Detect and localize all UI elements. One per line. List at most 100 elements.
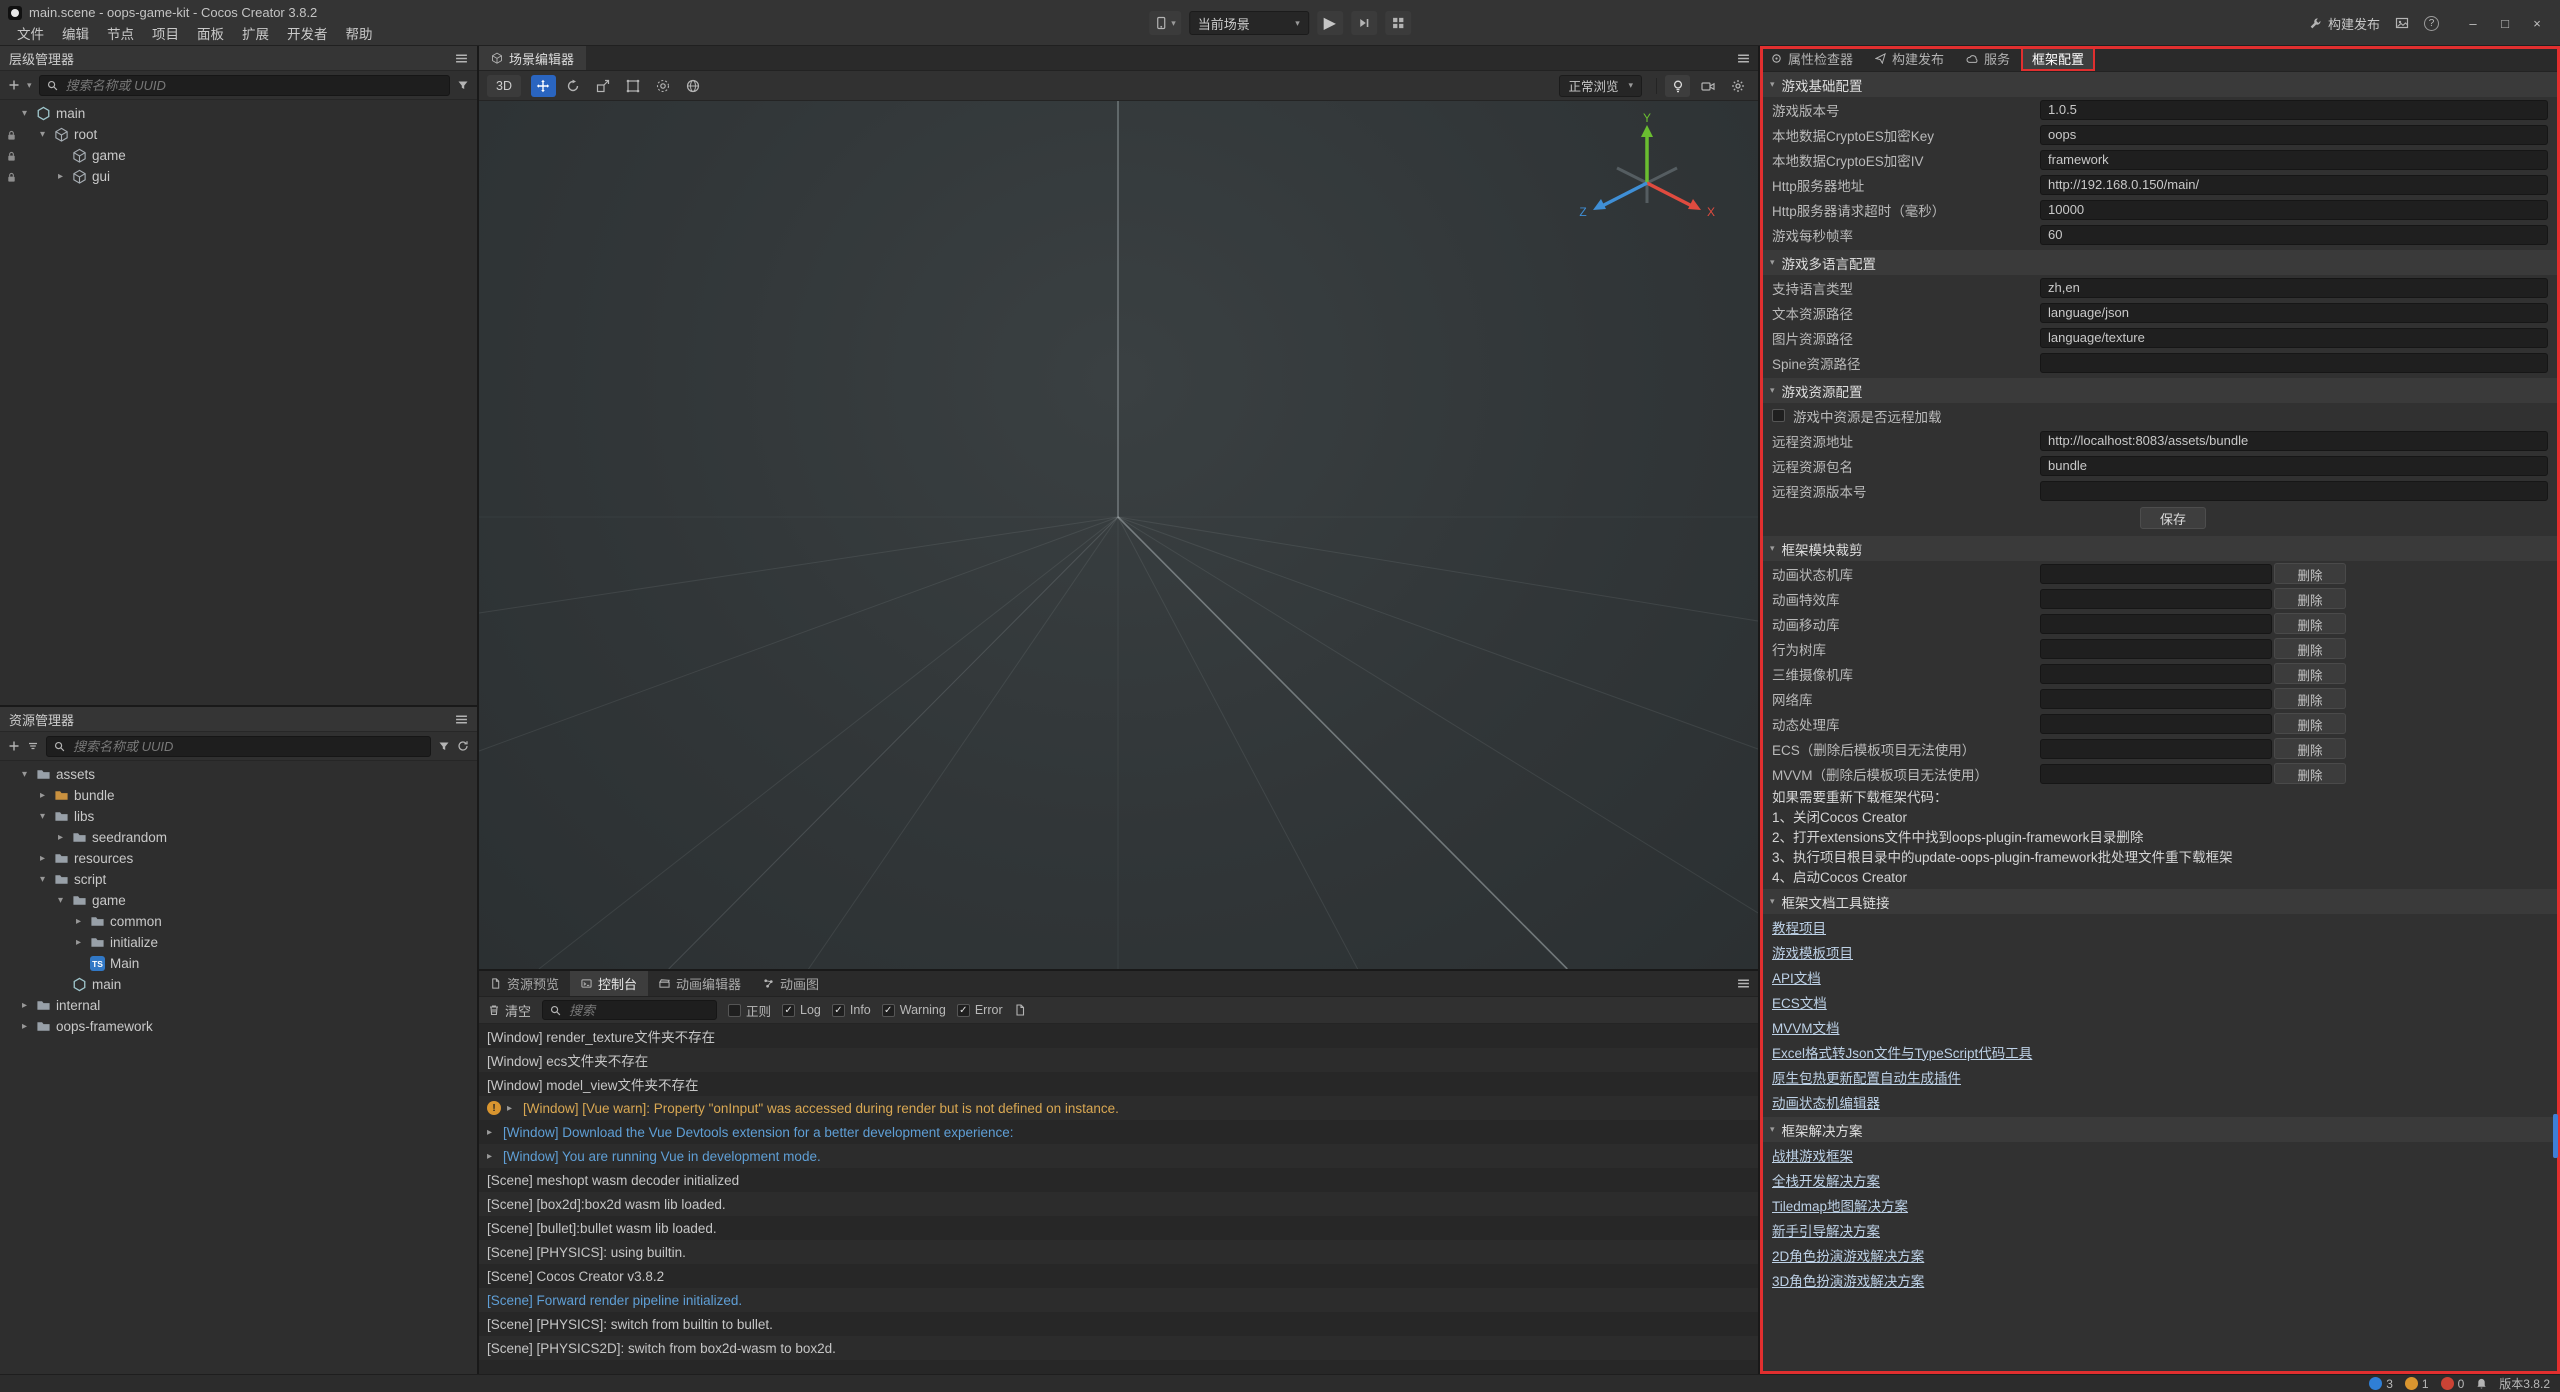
delete-module-button[interactable]: 删除 <box>2274 563 2346 584</box>
section-header[interactable]: ▾ 游戏资源配置 <box>1760 378 2560 403</box>
expand-caret-icon[interactable]: ▾ <box>36 874 49 885</box>
spine-res-path-field[interactable] <box>2040 353 2548 373</box>
game-version-field[interactable] <box>2040 100 2548 120</box>
log-entry[interactable]: [Scene] meshopt wasm decoder initialized <box>479 1168 1758 1192</box>
filter-icon[interactable] <box>438 740 450 752</box>
expand-caret-icon[interactable]: ▸ <box>36 790 49 801</box>
delete-module-button[interactable]: 删除 <box>2274 613 2346 634</box>
doc-link[interactable]: ECS文档 <box>1772 992 1827 1012</box>
panel-menu-icon[interactable] <box>1737 977 1750 990</box>
asset-node[interactable]: ▸ bundle <box>0 785 477 806</box>
assets-search-input[interactable] <box>71 738 423 755</box>
frame-rate-field[interactable] <box>2040 225 2548 245</box>
console-search-input[interactable] <box>567 1002 709 1019</box>
tab-animation-graph[interactable]: 动画图 <box>752 971 830 996</box>
scene-viewport[interactable]: Y X Z <box>479 101 1758 969</box>
filter-info-checkbox[interactable]: ✓ Info <box>832 1003 871 1017</box>
tab-build-publish[interactable]: 构建发布 <box>1864 46 1955 71</box>
doc-link[interactable]: 游戏模板项目 <box>1772 942 1853 962</box>
languages-field[interactable] <box>2040 278 2548 298</box>
screenshot-icon[interactable] <box>2395 16 2409 30</box>
remote-bundle-field[interactable] <box>2040 456 2548 476</box>
log-entry[interactable]: [Scene] [box2d]:box2d wasm lib loaded. <box>479 1192 1758 1216</box>
expand-caret-icon[interactable]: ▾ <box>36 811 49 822</box>
module-path-field[interactable] <box>2040 764 2272 784</box>
asset-node[interactable]: ▾ assets <box>0 764 477 785</box>
menu-item[interactable]: 帮助 <box>337 23 382 43</box>
asset-node[interactable]: main <box>0 974 477 995</box>
doc-link[interactable]: 动画状态机编辑器 <box>1772 1092 1880 1112</box>
solution-link[interactable]: 新手引导解决方案 <box>1772 1220 1880 1240</box>
error-count[interactable]: 0 <box>2441 1377 2465 1391</box>
hierarchy-node[interactable]: game <box>0 145 477 166</box>
asset-node[interactable]: ▸ seedrandom <box>0 827 477 848</box>
hierarchy-search[interactable] <box>39 75 450 96</box>
section-header[interactable]: ▾ 框架解决方案 <box>1760 1117 2560 1142</box>
section-header[interactable]: ▾ 框架文档工具链接 <box>1760 889 2560 914</box>
tab-service[interactable]: 服务 <box>1955 46 2021 71</box>
asset-node[interactable]: ▾ libs <box>0 806 477 827</box>
asset-node[interactable]: ▸ common <box>0 911 477 932</box>
expand-caret-icon[interactable]: ▸ <box>72 937 85 948</box>
log-entry[interactable]: [Scene] [PHYSICS]: switch from builtin t… <box>479 1312 1758 1336</box>
close-button[interactable]: × <box>2522 10 2552 36</box>
panel-menu-icon[interactable] <box>455 713 468 726</box>
pivot-toggle-button[interactable] <box>651 75 676 97</box>
warning-count[interactable]: 1 <box>2405 1377 2429 1391</box>
filter-warning-checkbox[interactable]: ✓ Warning <box>882 1003 946 1017</box>
hierarchy-node[interactable]: ▸ gui <box>0 166 477 187</box>
preview-device-button[interactable]: ▾ <box>1149 11 1181 35</box>
module-path-field[interactable] <box>2040 664 2272 684</box>
expand-caret-icon[interactable]: ▸ <box>36 853 49 864</box>
add-node-button[interactable] <box>8 79 20 91</box>
module-path-field[interactable] <box>2040 639 2272 659</box>
info-count[interactable]: 3 <box>2369 1377 2393 1391</box>
menu-item[interactable]: 文件 <box>8 23 53 43</box>
log-entry[interactable]: [Scene] Cocos Creator v3.8.2 <box>479 1264 1758 1288</box>
text-res-path-field[interactable] <box>2040 303 2548 323</box>
tab-property-inspector[interactable]: 属性检查器 <box>1760 46 1864 71</box>
tab-scene-editor[interactable]: 场景编辑器 <box>479 46 586 70</box>
log-entry-info[interactable]: ▸ [Window] You are running Vue in develo… <box>479 1144 1758 1168</box>
panel-menu-icon[interactable] <box>455 52 468 65</box>
lock-icon[interactable] <box>6 150 17 161</box>
expand-caret-icon[interactable]: ▾ <box>54 895 67 906</box>
help-icon[interactable]: ? <box>2424 16 2439 31</box>
delete-module-button[interactable]: 删除 <box>2274 588 2346 609</box>
solution-link[interactable]: 2D角色扮演游戏解决方案 <box>1772 1245 1924 1265</box>
asset-node[interactable]: ▾ game <box>0 890 477 911</box>
expand-caret-icon[interactable]: ▸ <box>54 171 67 182</box>
hierarchy-search-input[interactable] <box>64 77 442 94</box>
play-button[interactable]: ▶ <box>1317 11 1343 35</box>
module-path-field[interactable] <box>2040 714 2272 734</box>
hierarchy-node[interactable]: ▾ root <box>0 124 477 145</box>
doc-link[interactable]: 原生包热更新配置自动生成插件 <box>1772 1067 1961 1087</box>
module-path-field[interactable] <box>2040 614 2272 634</box>
module-path-field[interactable] <box>2040 589 2272 609</box>
add-asset-button[interactable] <box>8 740 20 752</box>
remote-url-field[interactable] <box>2040 431 2548 451</box>
rect-tool-button[interactable] <box>621 75 646 97</box>
light-toggle-button[interactable] <box>1665 75 1690 97</box>
log-entry[interactable]: [Scene] [PHYSICS2D]: switch from box2d-w… <box>479 1336 1758 1360</box>
log-entry-info[interactable]: ▸ [Window] Download the Vue Devtools ext… <box>479 1120 1758 1144</box>
delete-module-button[interactable]: 删除 <box>2274 738 2346 759</box>
delete-module-button[interactable]: 删除 <box>2274 763 2346 784</box>
scrollbar-thumb[interactable] <box>2553 1114 2558 1158</box>
delete-module-button[interactable]: 删除 <box>2274 638 2346 659</box>
sort-icon[interactable] <box>27 740 39 752</box>
filter-icon[interactable] <box>457 79 469 91</box>
expand-caret-icon[interactable]: ▾ <box>18 769 31 780</box>
asset-node[interactable]: ▸ resources <box>0 848 477 869</box>
build-publish-button[interactable]: 构建发布 <box>2309 14 2380 33</box>
lock-icon[interactable] <box>6 171 17 182</box>
expand-caret-icon[interactable]: ▸ <box>72 916 85 927</box>
delete-module-button[interactable]: 删除 <box>2274 688 2346 709</box>
crypto-key-field[interactable] <box>2040 125 2548 145</box>
lock-icon[interactable] <box>6 129 17 140</box>
log-entry[interactable]: [Scene] [bullet]:bullet wasm lib loaded. <box>479 1216 1758 1240</box>
asset-node[interactable]: ▸ oops-framework <box>0 1016 477 1037</box>
image-res-path-field[interactable] <box>2040 328 2548 348</box>
layout-grid-button[interactable] <box>1385 11 1411 35</box>
view-mode-select[interactable]: 正常浏览 ▾ <box>1559 75 1642 97</box>
